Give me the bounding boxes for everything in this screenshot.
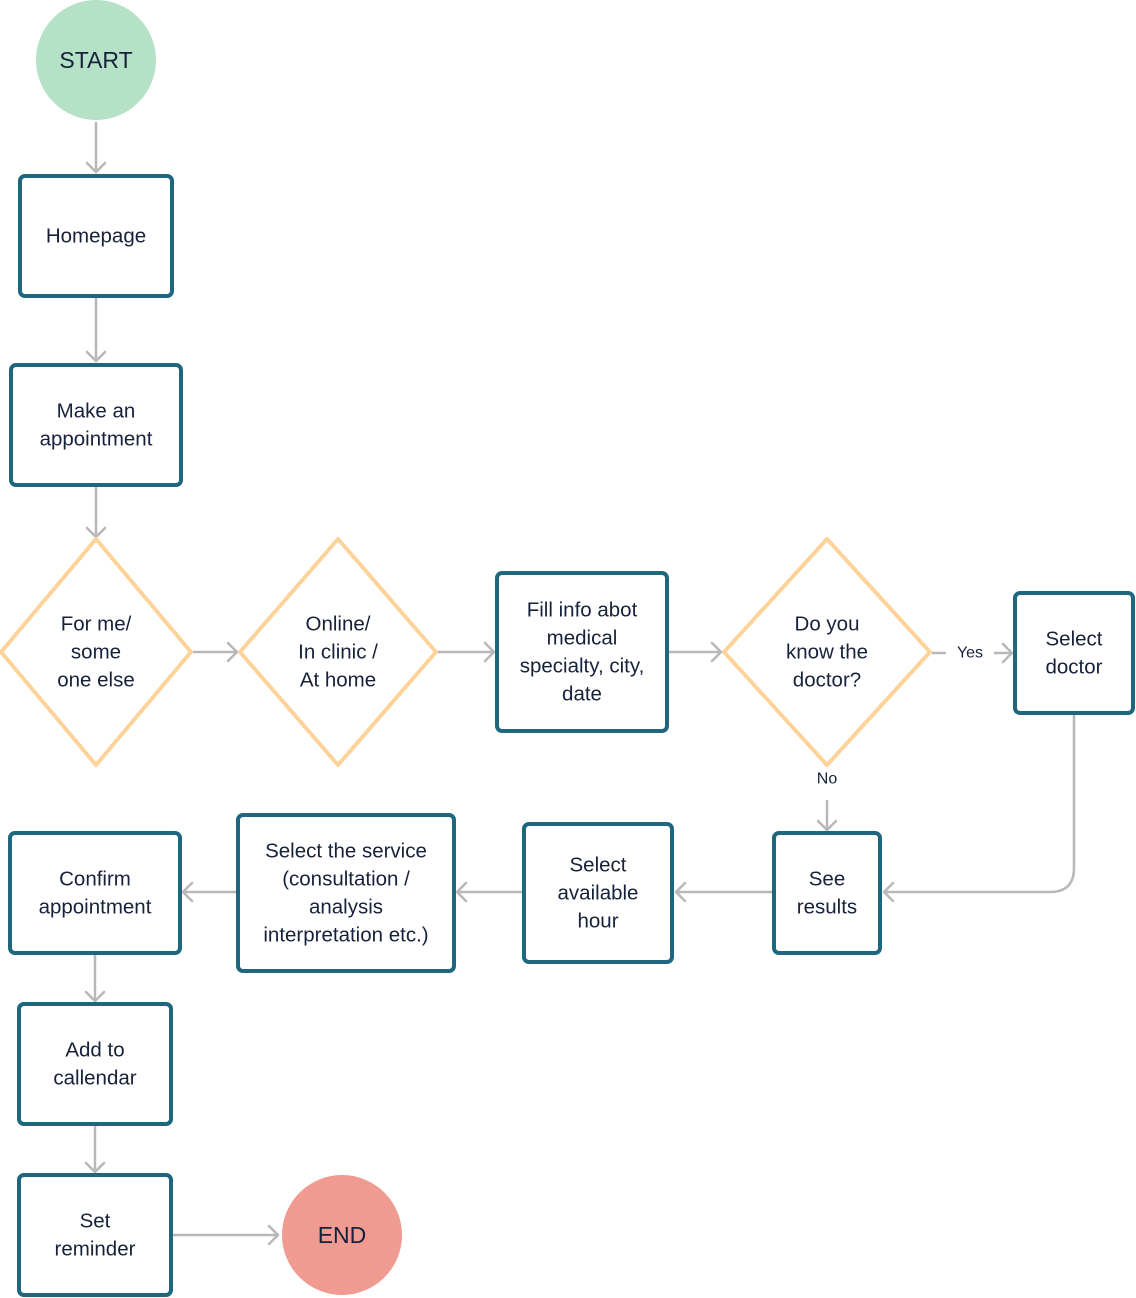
node-label-line: doctor? — [793, 669, 861, 692]
process-box — [8, 831, 182, 955]
node-label-line: some — [71, 641, 121, 664]
node-label-line: Homepage — [46, 225, 146, 248]
connector-confirm-to-add-calendar — [84, 955, 106, 1003]
node-label-line: know the — [786, 641, 868, 664]
edge-label-yes: Yes — [957, 645, 983, 662]
node-location-type: Online/In clinic / At home — [238, 537, 438, 767]
connector-make-appointment-to-for-whom — [85, 487, 107, 539]
node-label-line: Fill info abot — [527, 599, 638, 622]
node-label-line: (consultation / — [282, 868, 410, 891]
node-label-line: Select — [1046, 628, 1103, 651]
node-for-whom: For me/some one else — [0, 537, 193, 767]
process-box — [17, 1002, 173, 1126]
node-set-reminder: Set reminder — [17, 1173, 173, 1297]
node-start: START — [36, 0, 156, 120]
node-label-line: hour — [577, 910, 618, 933]
edge-label-no: No — [817, 771, 838, 788]
connector-set-reminder-to-end — [173, 1224, 280, 1246]
node-label-line: See — [809, 868, 845, 891]
process-box — [495, 571, 669, 733]
connector-for-whom-to-location-type — [193, 641, 239, 663]
node-label-line: appointment — [39, 896, 152, 919]
node-label-line: analysis — [309, 896, 383, 919]
node-label-line: Make an — [57, 400, 136, 423]
node-make-appointment: Make an appointment — [9, 363, 183, 487]
process-box — [9, 363, 183, 487]
node-end: END — [282, 1175, 402, 1295]
node-label-line: Add to — [65, 1039, 124, 1062]
connector-location-type-to-fill-info — [438, 641, 496, 663]
connector-select-hour-to-select-service — [455, 881, 522, 903]
node-confirm: Confirm appointment — [8, 831, 182, 955]
process-box — [17, 1173, 173, 1297]
node-label-line: appointment — [40, 428, 153, 451]
node-label-line: Online/ — [306, 613, 371, 636]
process-box — [236, 813, 456, 973]
node-label-line: date — [562, 683, 602, 706]
node-label-line: END — [318, 1222, 367, 1248]
node-label-line: Select — [570, 854, 627, 877]
connector-homepage-to-make-appointment — [85, 298, 107, 363]
node-label-line: reminder — [55, 1238, 136, 1261]
node-label-line: Select the service — [265, 840, 427, 863]
node-label-line: results — [797, 896, 857, 919]
node-label-line: one else — [57, 669, 135, 692]
process-box — [772, 831, 882, 955]
node-fill-info: Fill info abot medical specialty, city, dat… — [495, 571, 669, 733]
connector-start-to-homepage — [85, 122, 107, 174]
connector-line — [884, 715, 1076, 894]
node-label-line: Set — [80, 1210, 111, 1233]
node-select-service: Select the service (consultation / analysi… — [236, 813, 456, 973]
node-label-line: Confirm — [59, 868, 131, 891]
node-label-line: available — [558, 882, 639, 905]
connector-fill-info-to-know-doctor — [669, 641, 723, 663]
node-label-line: At home — [300, 669, 376, 692]
node-label-line: START — [59, 47, 132, 73]
connector-see-results-to-select-hour — [674, 881, 772, 903]
node-know-doctor: Do you know the doctor? — [722, 537, 932, 767]
node-label-line: For me/ — [61, 613, 132, 636]
node-label-line: Do you — [795, 613, 860, 636]
node-select-doctor: Select doctor — [1013, 591, 1135, 715]
node-label-line: specialty, city, — [520, 655, 645, 678]
flowchart-canvas: START Homepage Make an appointment For me/so… — [0, 0, 1135, 1297]
node-homepage: Homepage — [18, 174, 174, 298]
node-label-line: medical — [547, 627, 618, 650]
process-box — [1013, 591, 1135, 715]
node-select-hour: Select available hour — [522, 822, 674, 964]
node-add-calendar: Add to callendar — [17, 1002, 173, 1126]
node-see-results: See results — [772, 831, 882, 955]
node-label-line: callendar — [53, 1067, 136, 1090]
connector-know-doctor-to-see-results — [816, 800, 838, 832]
node-label-line: doctor — [1046, 656, 1103, 679]
node-label-line: interpretation etc.) — [263, 924, 428, 947]
connector-select-doctor-to-see-results — [882, 715, 1076, 903]
connector-select-service-to-confirm — [181, 881, 236, 903]
connector-add-calendar-to-set-reminder — [84, 1126, 106, 1174]
node-label-line: In clinic / — [298, 641, 378, 664]
